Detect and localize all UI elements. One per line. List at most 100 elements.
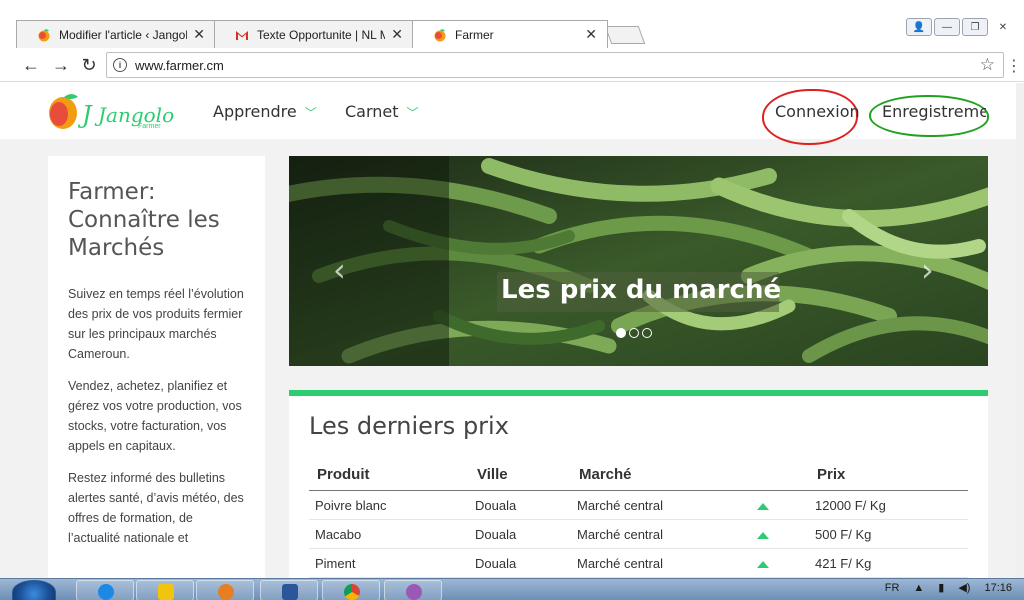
browser-menu-icon[interactable]: ⋮ [1006, 56, 1022, 76]
back-arrow-icon[interactable]: ← [20, 54, 42, 76]
paint-icon [406, 584, 422, 600]
column-header: Prix [809, 462, 968, 491]
sidebar-paragraph: Suivez en temps réel l’évolution des pri… [68, 287, 244, 361]
address-bar[interactable]: i www.farmer.cm ☆ [106, 52, 1004, 78]
clock[interactable]: 17:16 [984, 582, 1012, 594]
sidebar-paragraph: Restez informé des bulletins alertes san… [68, 471, 244, 545]
taskbar-media-player[interactable] [196, 580, 254, 600]
forward-arrow-icon[interactable]: → [50, 54, 72, 76]
new-tab-button[interactable] [604, 26, 646, 44]
cell-marche: Marché central [571, 519, 751, 549]
carousel-dot[interactable] [642, 328, 652, 338]
info-icon[interactable]: i [113, 58, 127, 72]
latest-prices-panel: Les derniers prix Produit Ville Marché P… [289, 390, 988, 578]
page-scrollbar[interactable] [1016, 83, 1024, 578]
jangolo-favicon-icon [38, 28, 50, 41]
chrome-icon [344, 584, 360, 600]
cell-ville: Douala [469, 490, 571, 520]
column-header [751, 462, 809, 491]
tab-title: Texte Opportunite | NL M [257, 27, 386, 42]
column-header: Produit [309, 462, 469, 491]
trend-up-icon [757, 561, 769, 568]
volume-icon[interactable]: ◀) [958, 581, 970, 594]
carousel-next-icon[interactable]: › [921, 251, 934, 289]
network-icon[interactable]: ▮ [938, 581, 944, 594]
tab-title: Farmer [455, 27, 494, 42]
cell-prix: 500 F/ Kg [809, 519, 968, 549]
gmail-favicon-icon [236, 30, 248, 40]
table-row[interactable]: Macabo Douala Marché central 500 F/ Kg [309, 519, 968, 549]
carousel-dot[interactable] [629, 328, 639, 338]
nav-carnet[interactable]: Carnet ﹀ [345, 102, 419, 121]
column-header: Marché [571, 462, 751, 491]
folder-icon [158, 584, 174, 600]
taskbar-paint[interactable] [384, 580, 442, 600]
register-link[interactable]: Enregistremen [882, 102, 986, 121]
system-tray: FR ▲ ▮ ◀) 17:16 [885, 581, 1012, 595]
site-logo[interactable]: J Jangolo Farmer [46, 89, 176, 135]
start-button[interactable] [12, 580, 56, 600]
chevron-down-icon: ﹀ [304, 106, 317, 120]
login-link[interactable]: Connexion [775, 102, 860, 121]
close-window-button[interactable]: ✕ [990, 18, 1016, 36]
ie-icon [98, 584, 114, 600]
word-icon [282, 584, 298, 600]
close-tab-icon[interactable]: ✕ [193, 26, 205, 43]
carousel-dot[interactable] [616, 328, 626, 338]
nav-apprendre[interactable]: Apprendre ﹀ [213, 102, 317, 121]
prices-table: Produit Ville Marché Prix Poivre blanc D… [309, 462, 968, 578]
web-page: J Jangolo Farmer Apprendre ﹀ Carnet ﹀ Conn… [0, 83, 1024, 578]
cell-trend [751, 548, 809, 578]
window-controls: 👤 — ❐ ✕ [906, 18, 1016, 36]
minimize-button[interactable]: — [934, 18, 960, 36]
browser-toolbar: ← → ↻ i www.farmer.cm ☆ ⋮ [0, 48, 1024, 82]
carousel-prev-icon[interactable]: ‹ [333, 251, 346, 289]
jangolo-favicon-icon [434, 28, 446, 41]
cell-produit: Macabo [309, 519, 469, 549]
user-profile-icon[interactable]: 👤 [906, 18, 932, 36]
svg-text:J: J [77, 101, 93, 129]
logo-text: Jangolo [98, 103, 175, 127]
cell-marche: Marché central [571, 490, 751, 520]
sidebar-title: Farmer: Connaître les Marchés [68, 179, 220, 261]
reload-icon[interactable]: ↻ [78, 54, 100, 76]
windows-taskbar: FR ▲ ▮ ◀) 17:16 [0, 578, 1024, 600]
url-text: www.farmer.cm [135, 57, 224, 73]
tray-up-arrow-icon[interactable]: ▲ [913, 582, 924, 594]
cell-produit: Piment [309, 548, 469, 578]
taskbar-word[interactable] [260, 580, 318, 600]
table-row[interactable]: Poivre blanc Douala Marché central 12000… [309, 490, 968, 520]
cell-ville: Douala [469, 519, 571, 549]
tab-title: Modifier l'article ‹ Jangol [59, 27, 188, 42]
maximize-button[interactable]: ❐ [962, 18, 988, 36]
cell-ville: Douala [469, 548, 571, 578]
taskbar-chrome[interactable] [322, 580, 380, 600]
bookmark-star-icon[interactable]: ☆ [980, 55, 995, 75]
trend-up-icon [757, 532, 769, 539]
browser-tabstrip: Modifier l'article ‹ Jangol ✕ Texte Oppo… [0, 0, 1024, 48]
browser-tab-active[interactable]: Farmer ✕ [412, 20, 608, 48]
cell-trend [751, 519, 809, 549]
browser-tab[interactable]: Texte Opportunite | NL M ✕ [214, 20, 414, 48]
cell-prix: 12000 F/ Kg [809, 490, 968, 520]
table-row[interactable]: Piment Douala Marché central 421 F/ Kg [309, 548, 968, 578]
table-header-row: Produit Ville Marché Prix [309, 462, 968, 491]
trend-up-icon [757, 503, 769, 510]
close-tab-icon[interactable]: ✕ [585, 26, 597, 43]
taskbar-ie[interactable] [76, 580, 134, 600]
media-player-icon [218, 584, 234, 600]
taskbar-explorer[interactable] [136, 580, 194, 600]
browser-tab[interactable]: Modifier l'article ‹ Jangol ✕ [16, 20, 216, 48]
hero-carousel: ‹ › Les prix du marché [289, 156, 988, 366]
intro-sidebar: Farmer: Connaître les Marchés Suivez en … [48, 156, 265, 578]
carousel-indicators [616, 328, 652, 338]
chevron-down-icon: ﹀ [406, 106, 419, 120]
carousel-caption-text: Les prix du marché [501, 275, 782, 305]
sidebar-paragraph: Vendez, achetez, planifiez et gérez vos … [68, 379, 242, 453]
language-indicator[interactable]: FR [885, 582, 900, 594]
carousel-caption: Les prix du marché [497, 272, 782, 312]
nav-label: Carnet [345, 102, 399, 121]
close-tab-icon[interactable]: ✕ [391, 26, 403, 43]
cell-marche: Marché central [571, 548, 751, 578]
column-header: Ville [469, 462, 571, 491]
